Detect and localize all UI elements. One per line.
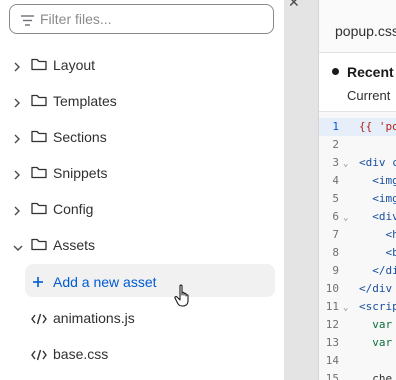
folder-assets[interactable]: Assets xyxy=(0,227,284,263)
chevron-right-icon xyxy=(13,59,21,75)
tab-popup-css[interactable]: popup.css xyxy=(335,23,396,39)
line-number: 7 xyxy=(332,228,339,241)
plus-icon xyxy=(32,275,44,291)
fold-chevron-icon[interactable]: ⌄ xyxy=(343,155,348,173)
code-text: </di xyxy=(359,264,396,277)
folder-label: Snippets xyxy=(53,165,108,181)
hand-pointer-cursor-icon xyxy=(174,284,194,313)
recent-changes-notice: Recent Current xyxy=(319,53,396,112)
chevron-right-icon xyxy=(13,131,21,147)
line-number: 2 xyxy=(332,138,339,151)
code-line[interactable]: 2 xyxy=(319,136,396,154)
asset-file-base-css[interactable]: base.css xyxy=(0,336,284,372)
folder-icon xyxy=(31,93,47,110)
fold-chevron-icon[interactable]: ⌄ xyxy=(343,299,348,317)
code-line[interactable]: 7 <h xyxy=(319,226,396,244)
search-input[interactable] xyxy=(40,9,265,29)
folder-label: Templates xyxy=(53,93,117,109)
code-text: <img xyxy=(359,192,396,205)
asset-label: animations.js xyxy=(53,310,135,326)
code-text: <scrip xyxy=(359,300,396,313)
line-number: 12 xyxy=(325,318,339,331)
folder-icon xyxy=(31,165,47,182)
code-line[interactable]: 14 xyxy=(319,352,396,370)
folder-icon xyxy=(31,57,47,74)
code-icon xyxy=(31,348,47,364)
code-line[interactable]: 6 ⌄ <div xyxy=(319,208,396,226)
line-number: 6 xyxy=(332,210,339,223)
code-line[interactable]: 10 </div xyxy=(319,280,396,298)
line-number: 1 xyxy=(332,120,339,133)
folder-label: Config xyxy=(53,201,94,217)
code-icon xyxy=(31,312,47,328)
code-line[interactable]: 8 <b xyxy=(319,244,396,262)
code-line[interactable]: 5 <img xyxy=(319,190,396,208)
line-number: 9 xyxy=(332,264,339,277)
chevron-right-icon xyxy=(13,167,21,183)
code-line[interactable]: 15 che xyxy=(319,370,396,380)
chevron-right-icon xyxy=(13,203,21,219)
code-area[interactable]: 1{{ 'po 2 3 ⌄ <div c4 <img 5 <img 6 ⌄ <div 7 <h 8… xyxy=(319,112,396,380)
line-number: 11 xyxy=(325,300,339,313)
code-line[interactable]: 4 <img xyxy=(319,172,396,190)
code-text: <div xyxy=(359,210,396,223)
add-asset-label: Add a new asset xyxy=(53,274,157,290)
code-line[interactable]: 12 var xyxy=(319,316,396,334)
folder-label: Layout xyxy=(53,57,96,73)
code-line[interactable]: 3 ⌄ <div c xyxy=(319,154,396,172)
line-number: 4 xyxy=(332,174,339,187)
line-number: 15 xyxy=(325,372,339,380)
folder-icon xyxy=(31,237,47,254)
status-dot-icon xyxy=(332,68,339,75)
asset-file-animations[interactable]: animations.js xyxy=(0,300,284,336)
code-text: <b xyxy=(359,246,396,259)
folder-icon xyxy=(31,201,47,218)
line-number: 14 xyxy=(325,354,339,367)
folder-label: Assets xyxy=(53,237,96,253)
code-text: var xyxy=(359,318,393,331)
notice-subtitle[interactable]: Current xyxy=(347,88,390,103)
code-text: <div c xyxy=(359,156,396,169)
code-text: <img xyxy=(359,174,396,187)
file-browser-panel: Layout Templates Sections Snippets Confi… xyxy=(0,0,284,380)
filter-icon xyxy=(21,13,34,31)
line-number: 10 xyxy=(325,282,339,295)
code-text: {{ 'po xyxy=(359,120,396,133)
code-line[interactable]: 11 ⌄ <scrip xyxy=(319,298,396,316)
folder-snippets[interactable]: Snippets xyxy=(0,155,284,191)
code-line[interactable]: 9 </di xyxy=(319,262,396,280)
close-icon[interactable]: ✕ xyxy=(288,0,300,11)
folder-label: Sections xyxy=(53,129,107,145)
chevron-right-icon xyxy=(13,95,21,111)
line-number: 13 xyxy=(325,336,339,349)
code-text: </div xyxy=(359,282,393,295)
chevron-down-icon xyxy=(13,239,23,255)
asset-label: base.css xyxy=(53,346,109,362)
folder-config[interactable]: Config xyxy=(0,191,284,227)
code-line[interactable]: 1 {{ 'po xyxy=(319,118,396,136)
code-editor-pane: popup.css Recent Current 1 {{ 'po 2 3 ⌄ <div … xyxy=(318,0,396,380)
add-asset-button[interactable]: Add a new asset xyxy=(0,264,284,300)
fold-chevron-icon[interactable]: ⌄ xyxy=(343,209,348,227)
folder-layout[interactable]: Layout xyxy=(0,47,284,83)
folder-templates[interactable]: Templates xyxy=(0,83,284,119)
code-text: var xyxy=(359,336,393,349)
notice-title: Recent xyxy=(347,64,394,80)
panel-divider[interactable]: ✕ xyxy=(284,0,318,380)
filter-files-field[interactable] xyxy=(9,4,274,34)
editor-tab-bar: popup.css xyxy=(319,0,396,53)
code-text: <h xyxy=(359,228,396,241)
line-number: 3 xyxy=(332,156,339,169)
code-text: che xyxy=(359,372,393,380)
code-line[interactable]: 13 var xyxy=(319,334,396,352)
folder-sections[interactable]: Sections xyxy=(0,119,284,155)
folder-icon xyxy=(31,129,47,146)
line-number: 5 xyxy=(332,192,339,205)
line-number: 8 xyxy=(332,246,339,259)
